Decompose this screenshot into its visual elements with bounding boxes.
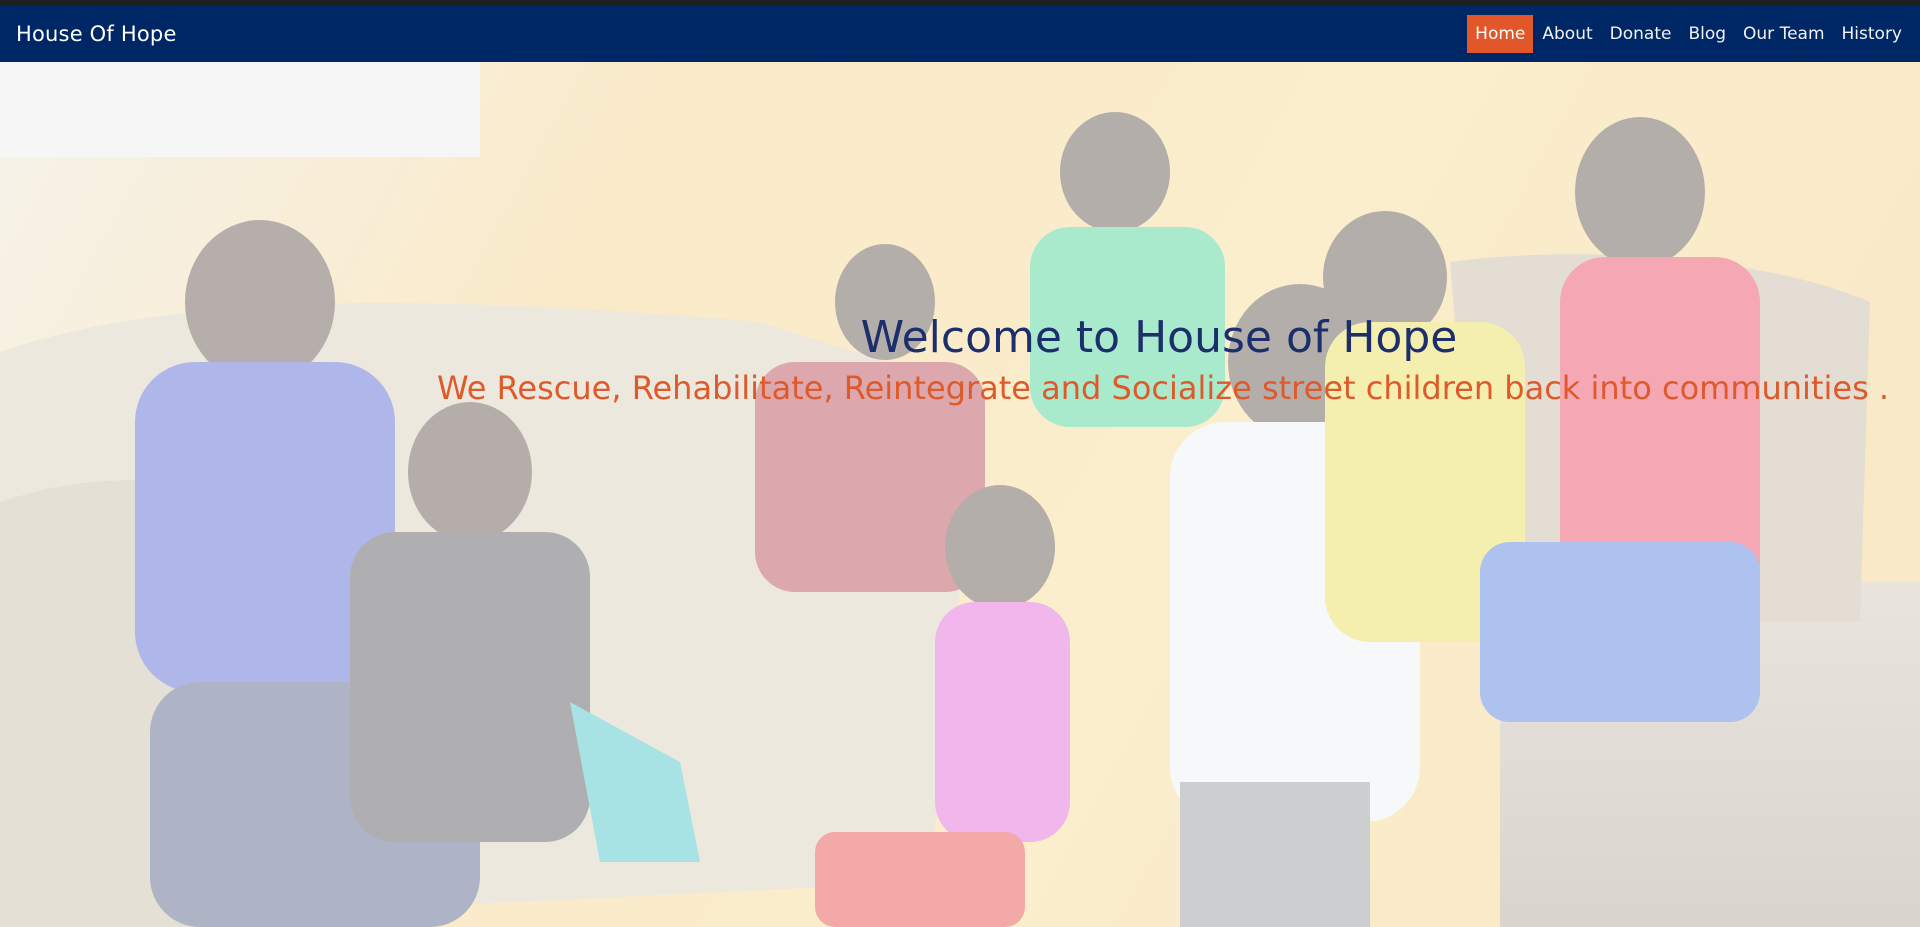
nav-about-link[interactable]: About bbox=[1534, 15, 1600, 53]
hero-subtitle: We Rescue, Rehabilitate, Reintegrate and… bbox=[437, 369, 1890, 407]
nav-our-team-link[interactable]: Our Team bbox=[1735, 15, 1832, 53]
nav-donate-link[interactable]: Donate bbox=[1602, 15, 1680, 53]
nav-blog-link[interactable]: Blog bbox=[1680, 15, 1734, 53]
hero-overlay bbox=[0, 62, 1920, 927]
nav-history-link[interactable]: History bbox=[1834, 15, 1910, 53]
hero-section: Welcome to House of Hope We Rescue, Reha… bbox=[0, 62, 1920, 927]
nav-home-link[interactable]: Home bbox=[1467, 15, 1534, 53]
brand-link[interactable]: House Of Hope bbox=[16, 22, 177, 46]
nav-links: Home About Donate Blog Our Team History bbox=[1466, 6, 1910, 62]
hero-title: Welcome to House of Hope bbox=[860, 312, 1458, 363]
navbar: House Of Hope Home About Donate Blog Our… bbox=[0, 6, 1920, 62]
